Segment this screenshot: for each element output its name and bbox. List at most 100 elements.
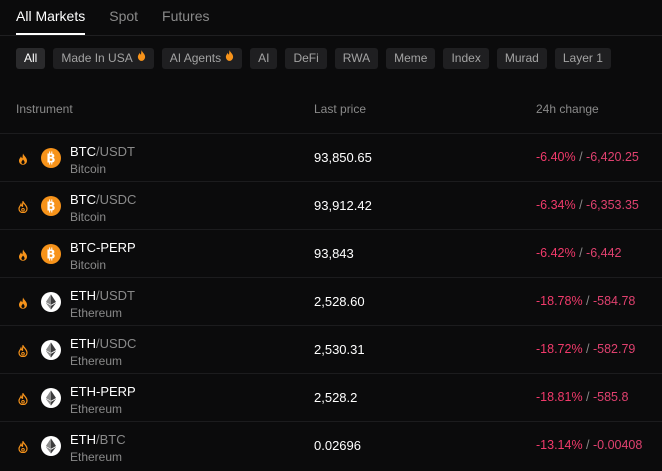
market-tabs: All Markets Spot Futures [16, 0, 210, 36]
last-price: 2,528.60 [314, 294, 365, 309]
base-asset: ETH [70, 336, 96, 351]
change-absolute: -584.78 [592, 294, 636, 308]
ethereum-icon [41, 340, 61, 360]
header-instrument: Instrument [16, 102, 73, 116]
bitcoin-icon: B [41, 148, 61, 168]
quote-asset: /USDC [96, 336, 137, 351]
fire-icon [137, 48, 146, 69]
table-row[interactable]: B BTC/USDC Bitcoin 93,912.42 -6.34% / -6,353… [0, 181, 662, 229]
table-row[interactable]: ETH/USDC Ethereum 2,530.31 -18.72% / -582.7… [0, 325, 662, 373]
filter-chip[interactable]: Meme [386, 48, 436, 69]
fire-icon [225, 48, 234, 69]
last-price: 2,528.2 [314, 390, 358, 405]
last-price: 2,530.31 [314, 342, 365, 357]
instrument-symbol: ETH/USDC [70, 336, 136, 351]
table-row[interactable]: ETH/BTC Ethereum 0.02696 -13.14% / -0.00408 [0, 421, 662, 469]
filter-chip[interactable]: AI [250, 48, 278, 69]
asset-name: Ethereum [70, 354, 123, 368]
change-absolute: -6,420.25 [586, 150, 639, 164]
change-separator: / [575, 246, 587, 260]
change-separator: / [575, 150, 587, 164]
svg-text:B: B [46, 248, 55, 262]
tab-all-markets[interactable]: All Markets [16, 0, 86, 36]
header-24h-change: 24h change [536, 102, 599, 116]
instrument-symbol: ETH/BTC [70, 432, 126, 447]
quote-asset: /BTC [96, 432, 126, 447]
bitcoin-icon: B [41, 244, 61, 264]
change-separator: / [582, 438, 593, 452]
filter-chip[interactable]: Murad [496, 48, 547, 69]
flame-outline-icon[interactable] [17, 343, 29, 358]
table-row[interactable]: ETH-PERP Ethereum 2,528.2 -18.81% / -585.8 [0, 373, 662, 421]
filter-chip[interactable]: Made In USA [53, 48, 154, 69]
filter-chip[interactable]: AI Agents [161, 48, 243, 69]
change-percent: -6.40% [536, 150, 576, 164]
change-percent: -18.72% [536, 342, 583, 356]
quote-asset: /USDC [96, 192, 137, 207]
base-asset: BTC [70, 144, 96, 159]
ethereum-icon [41, 292, 61, 312]
filter-chip[interactable]: Layer 1 [554, 48, 611, 69]
filter-chip-label: Index [451, 51, 481, 65]
filter-chip-label: Layer 1 [562, 51, 603, 65]
change-separator: / [582, 390, 593, 404]
quote-asset: /USDT [96, 144, 135, 159]
asset-name: Ethereum [70, 402, 123, 416]
instrument-symbol: BTC-PERP [70, 240, 136, 255]
change-percent: -18.78% [536, 294, 583, 308]
filter-chip-label: RWA [342, 51, 371, 65]
filter-chip[interactable]: All [16, 48, 46, 69]
instrument-symbol: BTC/USDC [70, 192, 136, 207]
bitcoin-icon: B [41, 196, 61, 216]
table-row[interactable]: ETH/USDT Ethereum 2,528.60 -18.78% / -584.7… [0, 277, 662, 325]
change-24h: -6.40% / -6,420.25 [536, 150, 639, 164]
change-separator: / [582, 294, 593, 308]
ethereum-icon [41, 436, 61, 456]
change-absolute: -6,442 [586, 246, 622, 260]
asset-name: Bitcoin [70, 162, 107, 176]
instrument-symbol: ETH-PERP [70, 384, 136, 399]
base-asset: ETH [70, 432, 96, 447]
tabs-divider [0, 35, 662, 36]
instrument-symbol: ETH/USDT [70, 288, 135, 303]
last-price: 0.02696 [314, 438, 361, 453]
tab-futures[interactable]: Futures [162, 0, 209, 36]
change-absolute: -582.79 [592, 342, 636, 356]
ethereum-icon [41, 388, 61, 408]
asset-name: Bitcoin [70, 258, 107, 272]
change-separator: / [582, 342, 593, 356]
filter-chip-label: AI Agents [169, 51, 222, 65]
filter-chip-label: Meme [394, 51, 428, 65]
flame-filled-icon[interactable] [17, 152, 29, 165]
instrument-symbol: BTC/USDT [70, 144, 135, 159]
change-percent: -18.81% [536, 390, 583, 404]
change-24h: -6.34% / -6,353.35 [536, 198, 639, 212]
change-24h: -18.78% / -584.78 [536, 294, 635, 308]
filter-chip-label: AI [258, 51, 270, 65]
flame-outline-icon[interactable] [17, 391, 29, 406]
filter-chip-label: Made In USA [61, 51, 133, 65]
change-separator: / [575, 198, 587, 212]
flame-outline-icon[interactable] [17, 199, 29, 214]
filter-chip[interactable]: Index [443, 48, 489, 69]
filter-chip-label: Murad [504, 51, 539, 65]
filter-chip[interactable]: RWA [334, 48, 379, 69]
flame-filled-icon[interactable] [17, 248, 29, 261]
header-last-price: Last price [314, 102, 367, 116]
table-row[interactable]: B BTC/USDT Bitcoin 93,850.65 -6.40% / -6,420… [0, 133, 662, 181]
base-asset: ETH-PERP [70, 384, 136, 399]
filter-chip[interactable]: DeFi [285, 48, 327, 69]
change-absolute: -6,353.35 [586, 198, 639, 212]
change-24h: -13.14% / -0.00408 [536, 438, 642, 452]
change-percent: -13.14% [536, 438, 583, 452]
change-24h: -18.81% / -585.8 [536, 390, 628, 404]
tab-spot[interactable]: Spot [109, 0, 138, 36]
flame-outline-icon[interactable] [17, 439, 29, 454]
filter-chip-label: All [24, 51, 38, 65]
change-absolute: -585.8 [592, 390, 629, 404]
asset-name: Ethereum [70, 450, 123, 464]
change-absolute: -0.00408 [592, 438, 643, 452]
table-row[interactable]: B BTC-PERP Bitcoin 93,843 -6.42% / -6,442 [0, 229, 662, 277]
flame-filled-icon[interactable] [17, 296, 29, 309]
category-filter-chips: All Made In USA AI Agents AI DeFi RWA Meme Inde… [16, 48, 611, 69]
